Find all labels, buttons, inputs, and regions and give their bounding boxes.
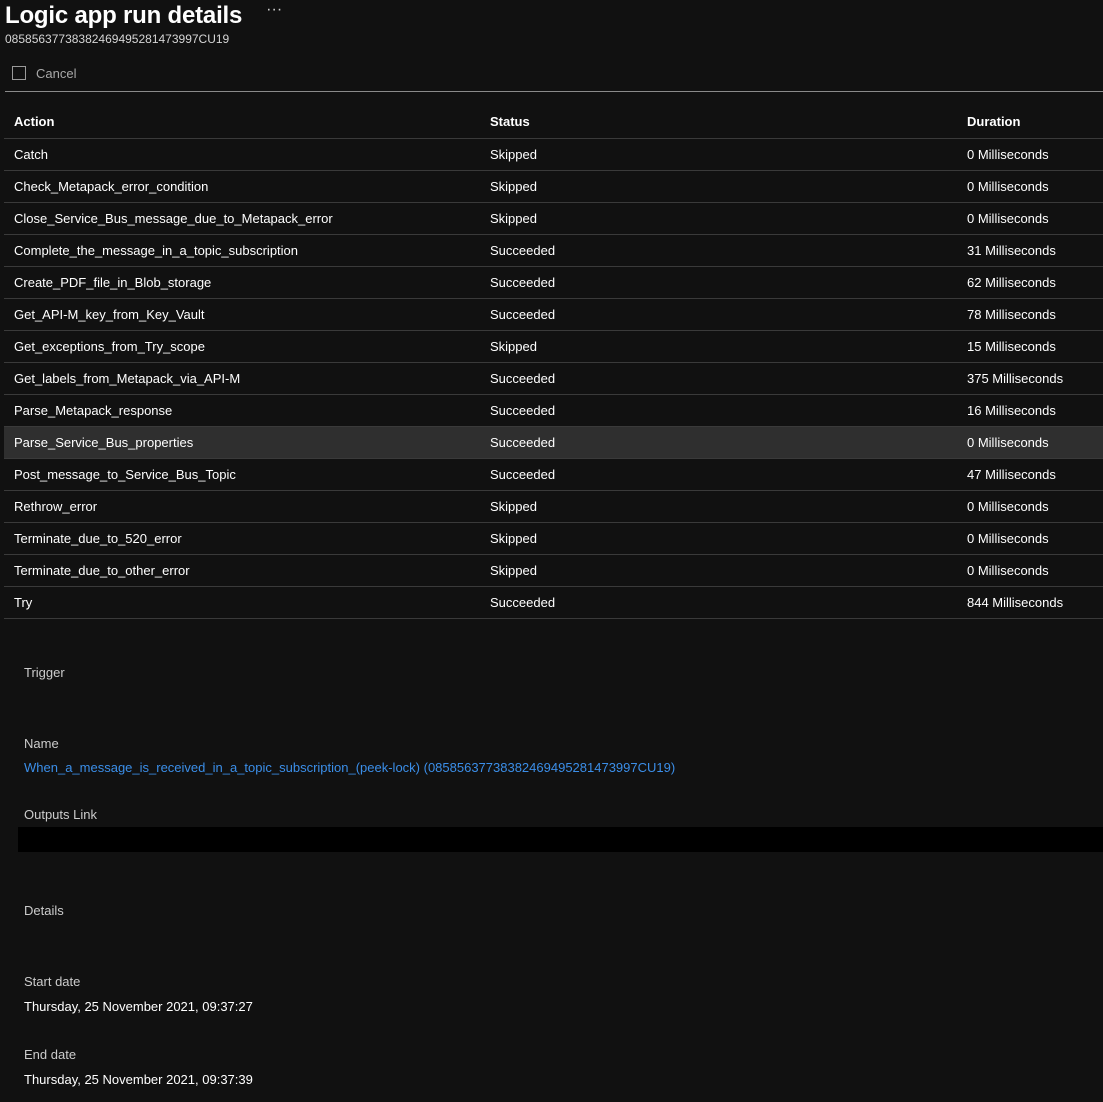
cell-status: Skipped bbox=[480, 490, 957, 523]
cell-action: Catch bbox=[4, 138, 480, 171]
cell-action: Parse_Service_Bus_properties bbox=[4, 426, 480, 459]
page-header: Logic app run details ··· bbox=[5, 0, 282, 32]
table-row[interactable]: Parse_Metapack_response Succeeded 16 Milli… bbox=[4, 394, 1103, 427]
cell-duration: 375 Milliseconds bbox=[957, 362, 1103, 395]
page-title: Logic app run details bbox=[5, 2, 243, 29]
table-row[interactable]: Terminate_due_to_520_error Skipped 0 Milli… bbox=[4, 522, 1103, 555]
actions-table: Action Status Duration Catch Skipped 0 Mil… bbox=[4, 104, 1103, 619]
name-label: Name bbox=[24, 736, 59, 751]
table-row[interactable]: Post_message_to_Service_Bus_Topic Succeed… bbox=[4, 458, 1103, 491]
cell-status: Skipped bbox=[480, 330, 957, 363]
end-date-label: End date bbox=[24, 1047, 77, 1062]
more-options-button[interactable]: ··· bbox=[266, 1, 282, 19]
cell-duration: 78 Milliseconds bbox=[957, 298, 1103, 331]
cell-action: Try bbox=[4, 586, 480, 619]
cell-action: Terminate_due_to_other_error bbox=[4, 554, 480, 587]
table-row[interactable]: Get_API-M_key_from_Key_Vault Succeeded 78 … bbox=[4, 298, 1103, 331]
cell-status: Skipped bbox=[480, 202, 957, 235]
toolbar-divider bbox=[5, 91, 1103, 92]
outputs-link-label: Outputs Link bbox=[24, 807, 97, 822]
cell-status: Succeeded bbox=[480, 266, 957, 299]
cell-duration: 0 Milliseconds bbox=[957, 490, 1103, 523]
cell-action: Check_Metapack_error_condition bbox=[4, 170, 480, 203]
cell-duration: 0 Milliseconds bbox=[957, 202, 1103, 235]
start-date-value: Thursday, 25 November 2021, 09:37:27 bbox=[24, 999, 253, 1014]
table-row[interactable]: Check_Metapack_error_condition Skipped 0 M… bbox=[4, 170, 1103, 203]
cell-duration: 31 Milliseconds bbox=[957, 234, 1103, 267]
cancel-checkbox-icon[interactable] bbox=[12, 65, 26, 80]
table-row[interactable]: Get_exceptions_from_Try_scope Skipped 15 M… bbox=[4, 330, 1103, 363]
cell-status: Skipped bbox=[480, 138, 957, 171]
cell-status: Succeeded bbox=[480, 458, 957, 491]
cell-status: Skipped bbox=[480, 170, 957, 203]
cell-status: Succeeded bbox=[480, 362, 957, 395]
trigger-section-label: Trigger bbox=[24, 665, 65, 680]
column-header-status[interactable]: Status bbox=[480, 104, 957, 139]
cell-action: Complete_the_message_in_a_topic_subscrip… bbox=[4, 234, 480, 267]
outputs-link-field[interactable] bbox=[18, 827, 1103, 852]
cell-duration: 16 Milliseconds bbox=[957, 394, 1103, 427]
end-date-value: Thursday, 25 November 2021, 09:37:39 bbox=[24, 1072, 253, 1087]
cell-duration: 0 Milliseconds bbox=[957, 170, 1103, 203]
cell-action: Rethrow_error bbox=[4, 490, 480, 523]
table-row[interactable]: Terminate_due_to_other_error Skipped 0 Mil… bbox=[4, 554, 1103, 587]
cell-duration: 0 Milliseconds bbox=[957, 138, 1103, 171]
cell-action: Get_API-M_key_from_Key_Vault bbox=[4, 298, 480, 331]
cell-action: Create_PDF_file_in_Blob_storage bbox=[4, 266, 480, 299]
cell-action: Close_Service_Bus_message_due_to_Metapac… bbox=[4, 202, 480, 235]
cell-duration: 0 Milliseconds bbox=[957, 426, 1103, 459]
run-id: 08585637738382469495281473997CU19 bbox=[5, 32, 230, 46]
cell-action: Parse_Metapack_response bbox=[4, 394, 480, 427]
cell-duration: 15 Milliseconds bbox=[957, 330, 1103, 363]
table-row[interactable]: Create_PDF_file_in_Blob_storage Succeeded… bbox=[4, 266, 1103, 299]
table-row[interactable]: Catch Skipped 0 Milliseconds bbox=[4, 138, 1103, 171]
cell-action: Get_exceptions_from_Try_scope bbox=[4, 330, 480, 363]
cell-duration: 62 Milliseconds bbox=[957, 266, 1103, 299]
table-row[interactable]: Close_Service_Bus_message_due_to_Metapac… bbox=[4, 202, 1103, 235]
cell-duration: 844 Milliseconds bbox=[957, 586, 1103, 619]
table-row[interactable]: Parse_Service_Bus_properties Succeeded 0 M… bbox=[4, 426, 1103, 459]
cancel-button[interactable]: Cancel bbox=[12, 65, 77, 81]
cell-status: Succeeded bbox=[480, 586, 957, 619]
cell-action: Terminate_due_to_520_error bbox=[4, 522, 480, 555]
cancel-label: Cancel bbox=[36, 66, 77, 81]
cell-duration: 0 Milliseconds bbox=[957, 522, 1103, 555]
cell-status: Succeeded bbox=[480, 298, 957, 331]
cell-action: Post_message_to_Service_Bus_Topic bbox=[4, 458, 480, 491]
table-header-row: Action Status Duration bbox=[4, 104, 1103, 139]
trigger-name-link[interactable]: When_a_message_is_received_in_a_topic_su… bbox=[24, 760, 675, 775]
cell-status: Skipped bbox=[480, 522, 957, 555]
table-row[interactable]: Rethrow_error Skipped 0 Milliseconds bbox=[4, 490, 1103, 523]
table-row[interactable]: Get_labels_from_Metapack_via_API-M Succee… bbox=[4, 362, 1103, 395]
cell-duration: 0 Milliseconds bbox=[957, 554, 1103, 587]
start-date-label: Start date bbox=[24, 974, 81, 989]
column-header-action[interactable]: Action bbox=[4, 104, 480, 139]
cell-status: Succeeded bbox=[480, 426, 957, 459]
cell-action: Get_labels_from_Metapack_via_API-M bbox=[4, 362, 480, 395]
cell-status: Succeeded bbox=[480, 234, 957, 267]
cell-status: Succeeded bbox=[480, 394, 957, 427]
table-row[interactable]: Try Succeeded 844 Milliseconds bbox=[4, 586, 1103, 619]
column-header-duration[interactable]: Duration bbox=[957, 104, 1103, 139]
table-row[interactable]: Complete_the_message_in_a_topic_subscrip… bbox=[4, 234, 1103, 267]
cell-duration: 47 Milliseconds bbox=[957, 458, 1103, 491]
details-section-label: Details bbox=[24, 903, 64, 918]
cell-status: Skipped bbox=[480, 554, 957, 587]
